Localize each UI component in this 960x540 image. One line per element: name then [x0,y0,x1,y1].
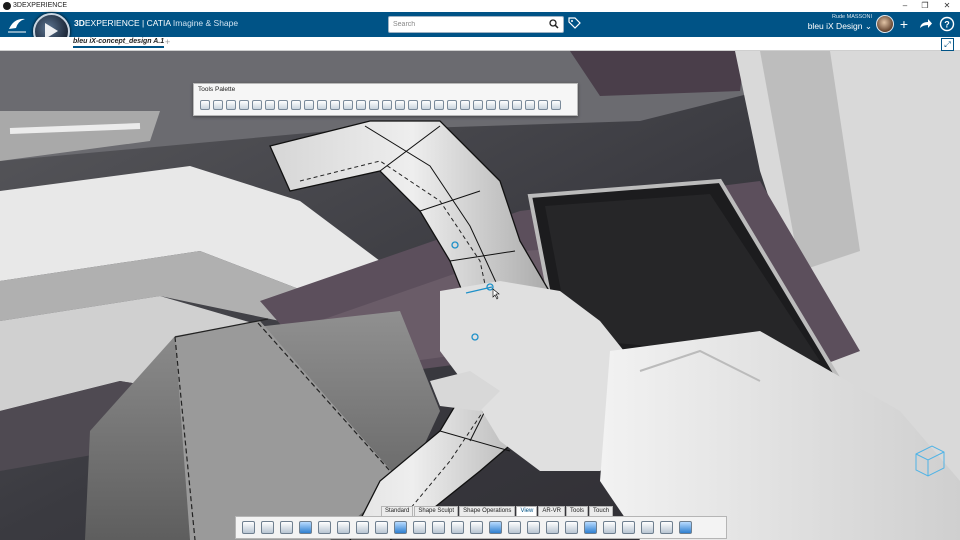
palette-tool-button[interactable] [421,100,431,110]
action-bar-button[interactable] [337,521,350,534]
action-bar-button[interactable] [546,521,559,534]
palette-tool-button[interactable] [265,100,275,110]
app-brand: 3DEXPERIENCE | CATIA Imagine & Shape [74,18,238,28]
app-icon [3,2,11,10]
palette-tool-button[interactable] [460,100,470,110]
palette-tool-button[interactable] [538,100,548,110]
brand-product: EXPERIENCE | CATIA [84,18,171,28]
action-bar-button[interactable] [413,521,426,534]
view-cube-icon[interactable] [912,442,946,478]
action-bar-button[interactable] [584,521,597,534]
action-bar-button[interactable] [527,521,540,534]
palette-tool-button[interactable] [473,100,483,110]
palette-tool-button[interactable] [551,100,561,110]
palette-icons [200,100,573,112]
action-bar-tab[interactable]: Shape Sculpt [414,506,459,516]
action-bar-tab[interactable]: Touch [589,506,614,516]
brand-app: Imagine & Shape [172,18,239,28]
action-bar-button[interactable] [470,521,483,534]
action-bar-button[interactable] [261,521,274,534]
palette-tool-button[interactable] [525,100,535,110]
palette-tool-button[interactable] [291,100,301,110]
palette-tool-button[interactable] [395,100,405,110]
add-tab-button[interactable]: + [165,37,170,47]
search-input[interactable] [393,18,543,30]
palette-tool-button[interactable] [408,100,418,110]
palette-tool-button[interactable] [317,100,327,110]
action-bar-button[interactable] [280,521,293,534]
action-bar-tabs: Standard Shape Sculpt Shape Operations View… [381,506,614,516]
action-bar-tab[interactable]: AR-VR [538,506,566,516]
user-name: Rude MASSONI [831,14,872,20]
palette-tool-button[interactable] [486,100,496,110]
tab-bar: bleu iX-concept_design A.1 + ⤢ [0,37,960,51]
palette-tool-button[interactable] [213,100,223,110]
palette-tool-button[interactable] [512,100,522,110]
brand-3d: 3D [74,18,85,28]
3d-viewport[interactable] [0,51,960,540]
search-box [388,16,564,33]
palette-tool-button[interactable] [447,100,457,110]
collab-space: bleu iX Design ⌄ [807,21,872,31]
action-bar-button[interactable] [660,521,673,534]
action-bar-button[interactable] [565,521,578,534]
action-bar-button[interactable] [489,521,502,534]
palette-tool-button[interactable] [278,100,288,110]
svg-text:?: ? [944,20,950,30]
minimize-button[interactable]: – [894,0,916,12]
palette-tool-button[interactable] [200,100,210,110]
action-bar-button[interactable] [679,521,692,534]
palette-tool-button[interactable] [382,100,392,110]
action-bar-tab[interactable]: View [516,506,538,516]
user-info[interactable]: Rude MASSONI bleu iX Design ⌄ [800,14,872,32]
close-button[interactable]: ✕ [936,0,958,12]
help-icon[interactable]: ? [939,16,955,32]
action-bar-button[interactable] [394,521,407,534]
palette-tool-button[interactable] [330,100,340,110]
action-bar-button[interactable] [508,521,521,534]
palette-tool-button[interactable] [226,100,236,110]
palette-tool-button[interactable] [343,100,353,110]
action-bar-button[interactable] [356,521,369,534]
palette-tool-button[interactable] [434,100,444,110]
add-icon[interactable]: + [896,16,912,32]
window-title: 3DEXPERIENCE [13,2,68,9]
action-bar-tab[interactable]: Standard [381,506,414,516]
action-bar-button[interactable] [375,521,388,534]
maximize-button[interactable]: ❐ [914,0,936,12]
action-bar-button[interactable] [451,521,464,534]
palette-tool-button[interactable] [304,100,314,110]
palette-title: Tools Palette [198,86,236,93]
action-bar-button[interactable] [318,521,331,534]
palette-tool-button[interactable] [369,100,379,110]
scene-render [0,51,960,540]
search-icon[interactable] [549,19,559,29]
avatar[interactable] [876,15,894,33]
dassault-logo-icon[interactable] [6,15,28,34]
tag-icon[interactable] [568,17,581,30]
palette-tool-button[interactable] [252,100,262,110]
action-bar-button[interactable] [432,521,445,534]
palette-tool-button[interactable] [239,100,249,110]
action-bar [235,516,727,539]
action-bar-button[interactable] [622,521,635,534]
action-bar-button[interactable] [641,521,654,534]
action-bar-tab[interactable]: Shape Operations [459,506,516,516]
palette-tool-button[interactable] [499,100,509,110]
palette-tool-button[interactable] [356,100,366,110]
action-bar-button[interactable] [603,521,616,534]
share-icon[interactable] [917,16,933,32]
action-bar-button[interactable] [299,521,312,534]
action-bar-button[interactable] [242,521,255,534]
tab-design[interactable]: bleu iX-concept_design A.1 [73,38,165,48]
app-header: 3DEXPERIENCE | CATIA Imagine & Shape Rud… [0,12,960,50]
tools-palette[interactable]: Tools Palette [193,83,578,116]
action-bar-tab[interactable]: Tools [566,506,589,516]
fullscreen-icon[interactable]: ⤢ [941,38,954,51]
